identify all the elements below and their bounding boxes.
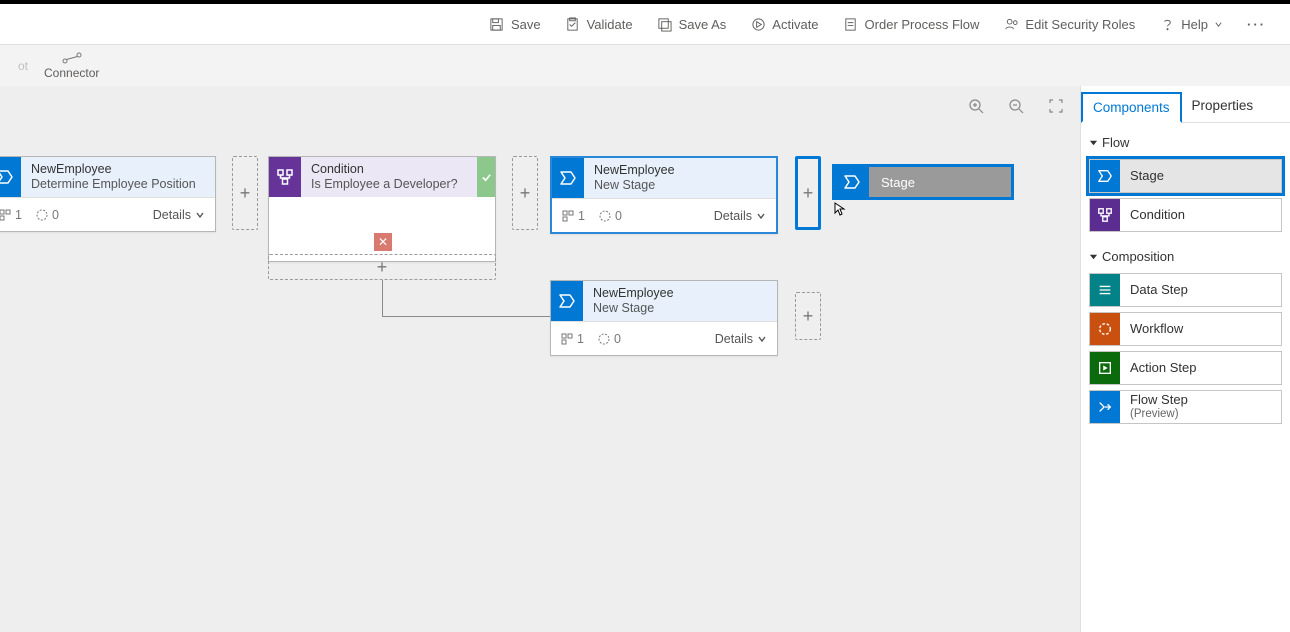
sub-toolbar: ot Connector [0,44,1290,86]
cursor-icon [834,202,848,216]
stage-entity: NewEmployee [594,163,776,178]
stage-card-determine-position[interactable]: NewEmployee Determine Employee Position … [0,156,216,232]
save-as-button[interactable]: Save As [645,4,739,44]
stage-card-new-stage-bottom[interactable]: NewEmployee New Stage 1 0 Details [550,280,778,356]
edit-security-roles-button[interactable]: Edit Security Roles [991,4,1147,44]
zoom-out-button[interactable] [1006,96,1026,116]
tab-components[interactable]: Components [1081,92,1182,123]
panel-tabs: Components Properties [1081,86,1290,123]
truncated-label: ot [18,59,28,73]
data-step-icon [1090,274,1120,306]
activate-icon [750,16,766,32]
security-icon [1003,16,1019,32]
palette-data-step[interactable]: Data Step [1089,273,1282,307]
condition-question: Is Employee a Developer? [311,177,477,192]
add-slot[interactable]: + [795,292,821,340]
steps-count: 1 [0,208,22,222]
stage-icon [552,158,584,198]
save-icon [489,16,505,32]
help-icon [1159,16,1175,32]
connector-icon [62,52,82,64]
duration-count: 0 [599,209,622,223]
condition-no-delete[interactable]: ✕ [374,233,392,251]
save-label: Save [511,17,541,32]
details-toggle[interactable]: Details [153,208,205,222]
more-icon: ··· [1247,17,1266,32]
zoom-controls [966,96,1066,116]
stage-icon [835,167,869,197]
condition-icon [269,157,301,197]
stage-name: New Stage [594,178,776,193]
duration-count: 0 [598,332,621,346]
add-slot[interactable]: + [512,156,538,230]
workflow-icon [1090,313,1120,345]
add-slot-active[interactable]: + [795,156,821,230]
activate-button[interactable]: Activate [738,4,830,44]
stage-card-new-stage-top[interactable]: NewEmployee New Stage 1 0 Details [550,156,778,234]
steps-count: 1 [562,209,585,223]
stage-icon [551,281,583,321]
stage-name: Determine Employee Position [31,177,215,192]
save-as-label: Save As [679,17,727,32]
collapse-icon [1089,252,1098,261]
drag-preview-stage: Stage [832,164,1014,200]
connector-label: Connector [44,66,99,80]
order-icon [843,16,859,32]
condition-yes-indicator [477,157,495,197]
duration-count: 0 [36,208,59,222]
order-label: Order Process Flow [865,17,980,32]
condition-label: Condition [311,162,477,177]
collapse-icon [1089,138,1098,147]
order-process-flow-button[interactable]: Order Process Flow [831,4,992,44]
palette-stage[interactable]: Stage [1089,159,1282,193]
palette-workflow[interactable]: Workflow [1089,312,1282,346]
fit-to-screen-button[interactable] [1046,96,1066,116]
stage-entity: NewEmployee [593,286,777,301]
security-label: Edit Security Roles [1025,17,1135,32]
palette-condition[interactable]: Condition [1089,198,1282,232]
action-step-icon [1090,352,1120,384]
stage-icon [1090,160,1120,192]
details-toggle[interactable]: Details [714,209,766,223]
add-slot-below-condition[interactable]: + [268,254,496,280]
group-composition-header[interactable]: Composition [1087,245,1284,268]
more-commands-button[interactable]: ··· [1235,4,1278,44]
save-as-icon [657,16,673,32]
validate-icon [565,16,581,32]
validate-button[interactable]: Validate [553,4,645,44]
tab-properties[interactable]: Properties [1182,92,1264,122]
condition-icon [1090,199,1120,231]
palette-flow-step[interactable]: Flow Step (Preview) [1089,390,1282,424]
validate-label: Validate [587,17,633,32]
stage-icon [0,157,21,197]
palette-action-step[interactable]: Action Step [1089,351,1282,385]
zoom-in-button[interactable] [966,96,986,116]
steps-count: 1 [561,332,584,346]
command-bar: Save Validate Save As Activate Order Pro… [0,4,1290,44]
details-toggle[interactable]: Details [715,332,767,346]
help-label: Help [1181,17,1208,32]
add-slot[interactable]: + [232,156,258,230]
activate-label: Activate [772,17,818,32]
stage-name: New Stage [593,301,777,316]
connector-tool[interactable]: Connector [44,52,99,80]
stage-entity: NewEmployee [31,162,215,177]
group-flow-header[interactable]: Flow [1087,131,1284,154]
right-panel: Components Properties Flow Stage Conditi… [1080,86,1290,632]
help-button[interactable]: Help [1147,4,1235,44]
save-button[interactable]: Save [477,4,553,44]
designer-canvas[interactable]: NewEmployee Determine Employee Position … [0,86,1080,632]
flow-step-icon [1090,391,1120,423]
